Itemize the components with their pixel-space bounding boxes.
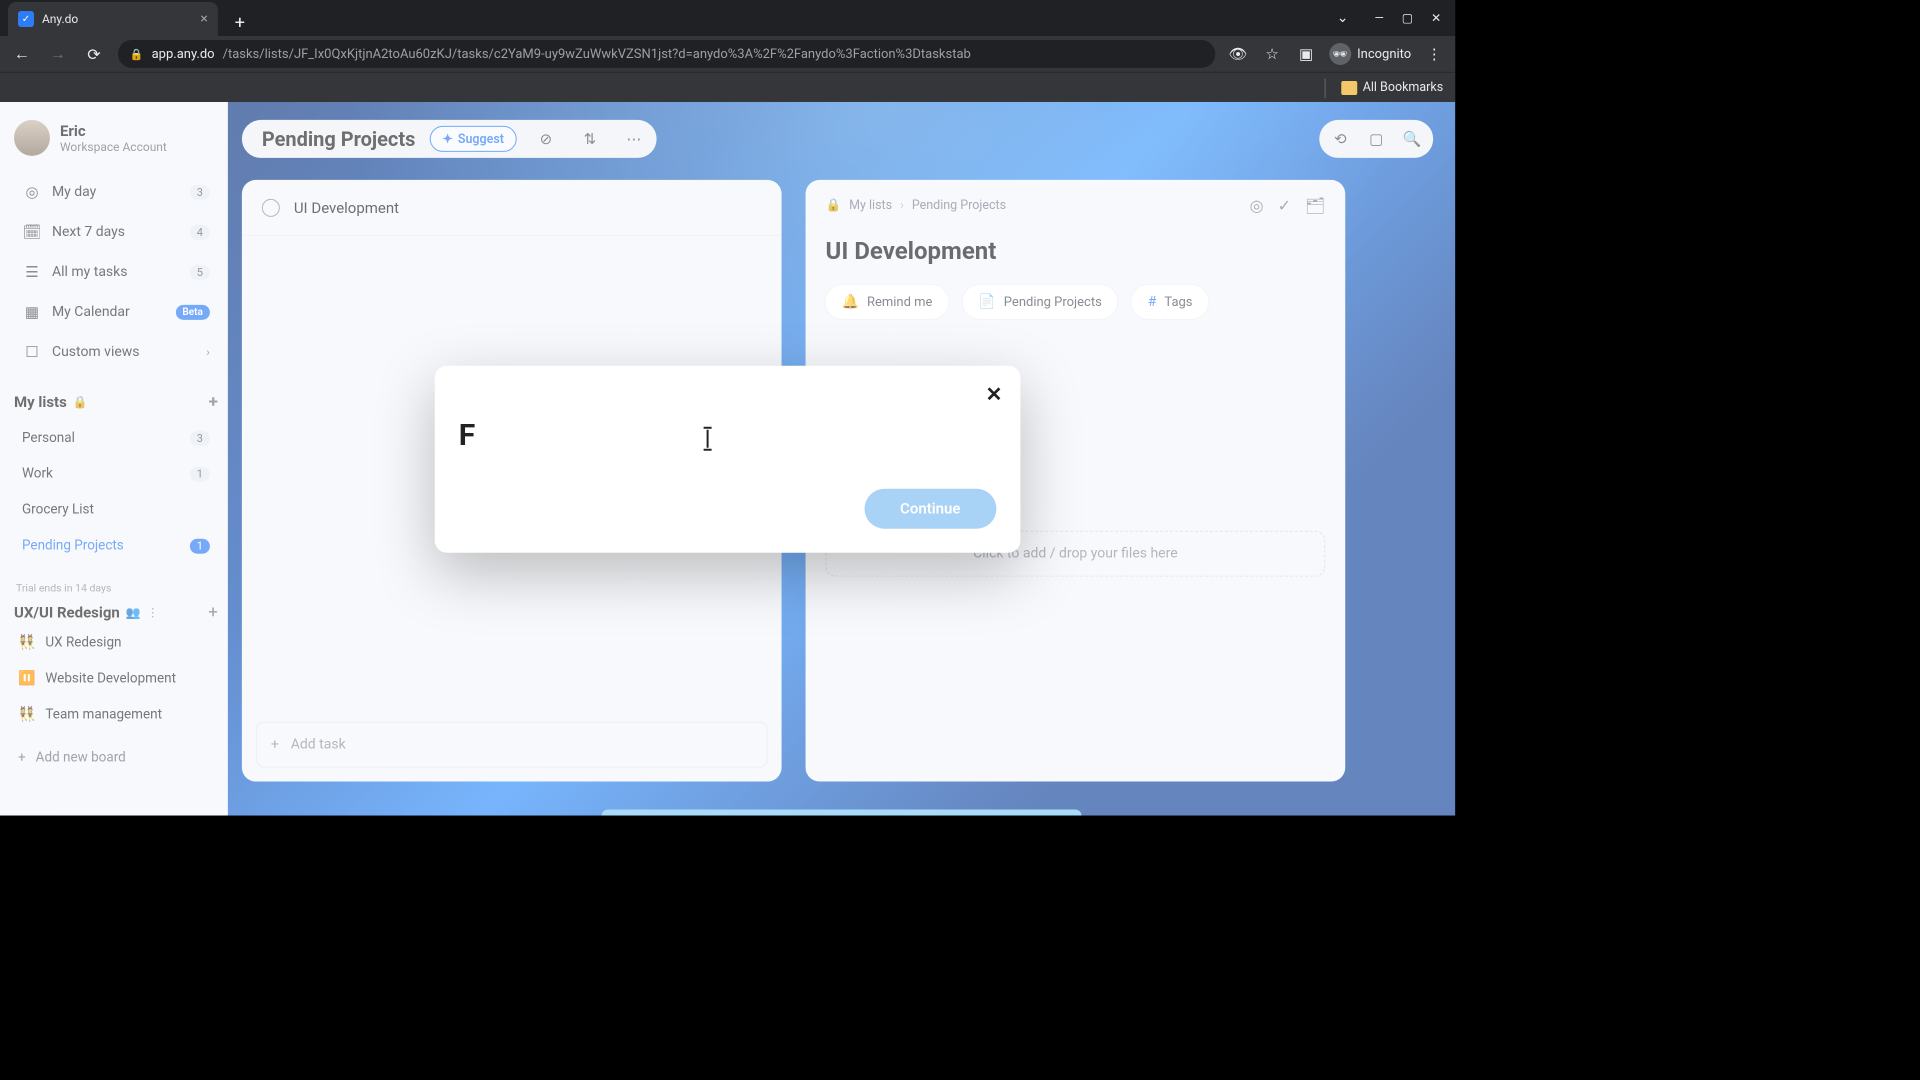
incognito-icon: 🕶: [1329, 43, 1351, 65]
url-path: /tasks/lists/JF_Ix0QxKjtjnA2toAu60zKJ/ta…: [223, 46, 971, 61]
back-icon[interactable]: ←: [10, 44, 34, 64]
browser-titlebar: ✓ Any.do × + ⌄ — ▢ ✕: [0, 0, 1455, 36]
forward-icon[interactable]: →: [46, 44, 70, 64]
lock-icon: 🔒: [130, 47, 144, 60]
browser-toolbar: ← → ⟳ 🔒 app.any.do/tasks/lists/JF_Ix0QxK…: [0, 36, 1455, 72]
window-close-icon[interactable]: ✕: [1431, 11, 1441, 25]
star-icon[interactable]: ☆: [1261, 45, 1283, 63]
eye-off-icon[interactable]: 👁: [1227, 45, 1249, 63]
text-cursor-icon: [707, 429, 709, 447]
close-icon[interactable]: ✕: [986, 381, 1003, 405]
browser-tab-active[interactable]: ✓ Any.do ×: [8, 2, 218, 36]
bookmarks-separator: │: [1321, 77, 1331, 97]
url-host: app.any.do: [152, 46, 215, 61]
continue-button[interactable]: Continue: [864, 488, 996, 528]
all-bookmarks-label: All Bookmarks: [1363, 80, 1443, 95]
extensions-icon[interactable]: ▣: [1295, 45, 1317, 63]
url-bar[interactable]: 🔒 app.any.do/tasks/lists/JF_Ix0QxKjtjnA2…: [118, 40, 1215, 68]
minimize-icon[interactable]: —: [1374, 11, 1383, 25]
maximize-icon[interactable]: ▢: [1402, 11, 1413, 25]
kebab-icon[interactable]: ⋮: [1423, 45, 1445, 63]
window-controls: ⌄ — ▢ ✕: [1337, 0, 1455, 36]
reload-icon[interactable]: ⟳: [82, 44, 106, 63]
modal-text-input[interactable]: [459, 417, 997, 452]
all-bookmarks-button[interactable]: All Bookmarks: [1341, 80, 1443, 95]
tab-dropdown-icon[interactable]: ⌄: [1337, 10, 1349, 26]
incognito-chip[interactable]: 🕶 Incognito: [1329, 43, 1411, 65]
anydo-favicon: ✓: [18, 11, 34, 27]
modal-overlay: ✕ Continue: [0, 102, 1455, 816]
folder-icon: [1341, 80, 1357, 94]
new-item-modal: ✕ Continue: [435, 365, 1021, 552]
tab-title: Any.do: [42, 12, 78, 26]
close-icon[interactable]: ×: [200, 11, 207, 27]
new-tab-button[interactable]: +: [226, 8, 254, 36]
incognito-label: Incognito: [1357, 46, 1411, 61]
bookmarks-bar: │ All Bookmarks: [0, 72, 1455, 102]
